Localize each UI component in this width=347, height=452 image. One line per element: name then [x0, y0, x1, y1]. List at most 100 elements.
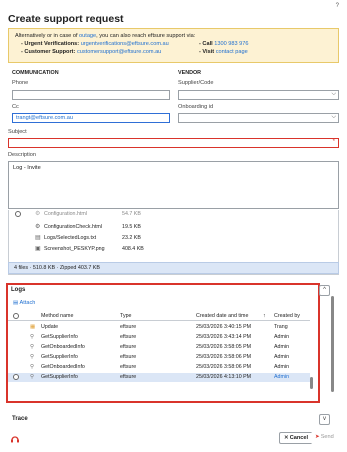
document-icon: ▤	[35, 235, 41, 241]
column-type[interactable]: Type	[120, 313, 131, 319]
created-cell: 25/03/2026 4:13:10 PM	[196, 374, 252, 380]
type-cell: eftsure	[120, 344, 137, 350]
logs-heading: Logs	[11, 287, 26, 293]
created-cell: 25/03/2026 3:58:06 PM	[196, 354, 252, 360]
contact-page-link[interactable]: contact page	[216, 49, 248, 55]
notice-intro: Alternatively or in case of outage, you …	[15, 32, 332, 40]
visit-label: - Visit	[199, 49, 215, 55]
method-cell: GetOnboardedInfo	[41, 364, 85, 370]
column-created-by[interactable]: Created by	[274, 313, 300, 319]
logs-panel: Logs ▤ Attach Method name Type Created d…	[6, 283, 320, 403]
send-icon: ➤	[315, 434, 320, 440]
file-name: Logs/SelectedLogs.txt	[44, 234, 97, 241]
vendor-heading: VENDOR	[178, 70, 202, 76]
notice-text: , you can also reach eftsure support via…	[96, 33, 196, 39]
sort-ascending-icon[interactable]: ↑	[263, 313, 266, 319]
headset-icon[interactable]	[10, 434, 20, 444]
attach-button[interactable]: ▤ Attach	[13, 300, 35, 306]
file-radio[interactable]	[15, 211, 21, 217]
support-label: - Customer Support:	[21, 49, 76, 55]
type-cell: eftsure	[120, 354, 137, 360]
attach-label: Attach	[19, 300, 36, 306]
page-scrollbar[interactable]	[331, 296, 335, 396]
type-cell: eftsure	[120, 374, 137, 380]
table-row[interactable]: ⚲ GetOnboardedInfo eftsure 25/03/2026 3:…	[8, 363, 310, 372]
support-email-link[interactable]: customersupport@eftsure.com.au	[77, 49, 161, 55]
scrollbar-thumb[interactable]	[331, 296, 334, 392]
file-name: ConfigurationCheck.html	[44, 223, 102, 230]
send-button[interactable]: ➤Send	[311, 432, 338, 444]
chevron-down-icon[interactable]: ⌵	[331, 91, 336, 98]
help-icon[interactable]: ?	[336, 3, 339, 9]
file-name: Screenshot_PESKYP.png	[44, 245, 105, 252]
type-cell: eftsure	[120, 324, 137, 330]
file-icon: ⚙	[35, 211, 41, 217]
select-all-radio[interactable]	[13, 313, 19, 319]
file-row[interactable]: ⚙ ConfigurationCheck.html 19.5 KB	[35, 223, 162, 231]
created-cell: 25/03/2026 3:40:15 PM	[196, 324, 252, 330]
description-label: Description	[8, 152, 36, 158]
close-icon: ✕	[284, 435, 289, 441]
urgent-email-link[interactable]: urgentverifications@eftsure.com.au	[81, 41, 169, 47]
table-row-selected[interactable]: ⚲ GetSupplierInfo eftsure 25/03/2026 4:1…	[8, 373, 310, 382]
cancel-label: Cancel	[289, 435, 309, 441]
call-label: - Call	[199, 41, 213, 47]
table-row[interactable]: ▦ Update eftsure 25/03/2026 3:40:15 PM T…	[8, 323, 310, 332]
file-row-partial[interactable]: ⚙ Configuration.html 54.7 KB	[35, 210, 162, 218]
outage-link[interactable]: outage	[79, 33, 96, 39]
scrollbar-thumb[interactable]	[310, 377, 313, 389]
log-icon: ⚲	[30, 334, 35, 340]
table-row[interactable]: ⚲ GetSupplierInfo eftsure 25/03/2026 3:5…	[8, 353, 310, 362]
supplier-label: Supplier/Code	[178, 80, 214, 86]
created-cell: 25/03/2026 3:43:14 PM	[196, 334, 252, 340]
description-textarea[interactable]: Log - Invite	[8, 161, 339, 209]
method-cell: GetSupplierInfo	[41, 334, 78, 340]
created-cell: 25/03/2026 3:58:05 PM	[196, 344, 252, 350]
call-number-link[interactable]: 1300 983 976	[214, 41, 248, 47]
column-method-name[interactable]: Method name	[41, 313, 73, 319]
row-radio[interactable]	[13, 374, 19, 380]
created-by-cell: Admin	[274, 374, 290, 380]
phone-label: Phone	[12, 80, 29, 86]
trace-heading: Trace	[12, 416, 28, 422]
cancel-button[interactable]: ✕Cancel	[279, 432, 314, 444]
notice-text: Alternatively or in case of	[15, 33, 80, 39]
file-size: 54.7 KB	[122, 210, 141, 217]
cc-label: Cc	[12, 104, 19, 110]
required-marker: *	[332, 139, 335, 145]
logs-table-header: Method name Type Created date and time ↑…	[8, 310, 310, 321]
method-cell: GetSupplierInfo	[41, 354, 78, 360]
table-row[interactable]: ⚲ GetOnboardedInfo eftsure 25/03/2026 3:…	[8, 343, 310, 352]
created-by-cell: Trang	[274, 324, 288, 330]
notice-row-2: - Customer Support: customersupport@efts…	[15, 48, 332, 56]
logs-collapse-button[interactable]: ^	[319, 285, 330, 296]
urgent-label: - Urgent Verifications:	[21, 41, 80, 47]
file-row[interactable]: ▤ Logs/SelectedLogs.txt 23.2 KB	[35, 234, 162, 242]
page-title: Create support request	[8, 13, 124, 25]
subject-field[interactable]: *	[8, 138, 339, 148]
created-by-cell: Admin	[274, 354, 290, 360]
file-row[interactable]: ▣ Screenshot_PESKYP.png 408.4 KB	[35, 245, 162, 253]
file-size: 408.4 KB	[122, 245, 144, 252]
trace-expand-button[interactable]: v	[319, 414, 330, 425]
log-icon: ⚲	[30, 364, 35, 370]
method-cell: GetOnboardedInfo	[41, 344, 85, 350]
logs-scrollbar[interactable]	[309, 313, 314, 391]
column-created-date[interactable]: Created date and time	[196, 313, 248, 319]
table-row[interactable]: ⚲ GetSupplierInfo eftsure 25/03/2026 3:4…	[8, 333, 310, 342]
chevron-down-icon[interactable]: ⌵	[331, 114, 336, 121]
created-by-cell: Admin	[274, 364, 290, 370]
supplier-select[interactable]: ⌵	[178, 90, 339, 100]
cc-field[interactable]: trangt@eftsure.com.au	[12, 113, 170, 123]
created-cell: 25/03/2026 3:58:06 PM	[196, 364, 252, 370]
file-size: 19.5 KB	[122, 223, 141, 230]
phone-field[interactable]	[12, 90, 170, 100]
attach-icon: ▤	[13, 300, 19, 306]
image-icon: ▣	[35, 246, 41, 252]
send-label: Send	[320, 434, 334, 440]
communication-heading: COMMUNICATION	[12, 70, 59, 76]
log-icon: ⚲	[30, 344, 35, 350]
created-by-cell: Admin	[274, 334, 290, 340]
onboarding-select[interactable]: ⌵	[178, 113, 339, 123]
log-icon: ⚲	[30, 374, 35, 380]
